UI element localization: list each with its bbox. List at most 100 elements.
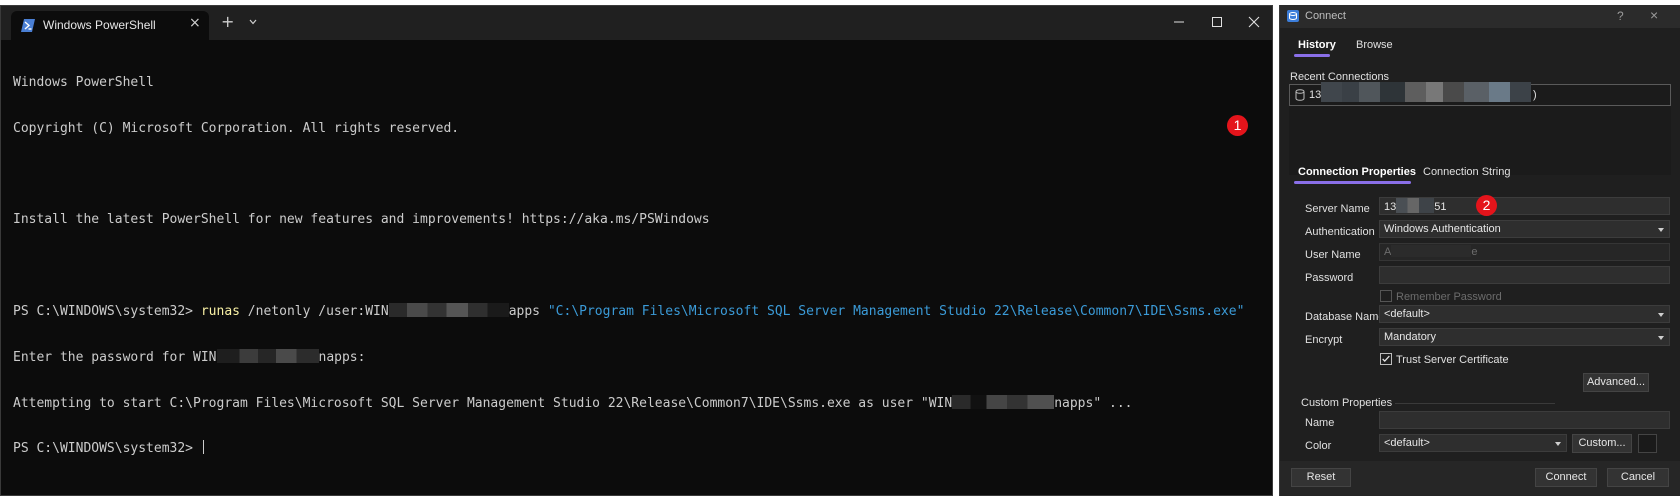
server-name-suffix: 51: [1434, 201, 1447, 213]
dropdown-arrow-icon: [1555, 442, 1561, 446]
tab-browse[interactable]: Browse: [1356, 39, 1393, 51]
command-keyword: runas: [200, 304, 240, 320]
command-args: /netonly /user:WIN: [239, 304, 389, 320]
user-name-input[interactable]: Ae: [1379, 243, 1670, 261]
terminal-line: Copyright (C) Microsoft Corporation. All…: [13, 121, 460, 136]
database-icon: [1295, 89, 1305, 101]
redacted-block: [1391, 245, 1472, 257]
help-icon[interactable]: ?: [1617, 9, 1624, 23]
authentication-label: Authentication: [1305, 226, 1375, 238]
command-args: apps: [508, 304, 548, 320]
dropdown-arrow-icon: [1658, 313, 1664, 317]
powershell-icon: [21, 19, 35, 32]
color-label: Color: [1305, 440, 1332, 452]
terminal-output[interactable]: Windows PowerShell Copyright (C) Microso…: [13, 45, 1262, 486]
color-value: <default>: [1384, 437, 1430, 449]
tab-active-indicator: [1294, 181, 1411, 184]
remember-password-checkbox[interactable]: [1380, 290, 1392, 302]
color-swatch[interactable]: [1638, 434, 1657, 453]
prompt-text: PS C:\WINDOWS\system32>: [13, 441, 201, 457]
dialog-footer: Reset Connect Cancel: [1280, 461, 1680, 496]
advanced-button[interactable]: Advanced...: [1583, 373, 1649, 392]
terminal-line: Attempting to start C:\Program Files\Mic…: [13, 394, 1262, 411]
text-cursor: [202, 440, 204, 455]
trust-server-certificate-label: Trust Server Certificate: [1396, 354, 1509, 366]
name-label: Name: [1305, 417, 1335, 429]
dialog-title: Connect: [1305, 10, 1346, 22]
dialog-title-bar: Connect ? ×: [1280, 5, 1680, 28]
server-name-input[interactable]: 13 51: [1379, 197, 1670, 215]
tab-connection-string[interactable]: Connection String: [1423, 166, 1510, 178]
attempt-text: napps" ...: [1054, 395, 1133, 411]
database-name-value: <default>: [1384, 308, 1430, 320]
database-name-dropdown[interactable]: <default>: [1379, 305, 1670, 323]
dropdown-arrow-icon: [1658, 336, 1664, 340]
custom-name-input[interactable]: [1379, 411, 1670, 429]
reset-button[interactable]: Reset: [1291, 468, 1351, 487]
authentication-dropdown[interactable]: Windows Authentication: [1379, 220, 1670, 238]
command-path-string: "C:\Program Files\Microsoft SQL Server M…: [547, 304, 1245, 320]
custom-properties-divider: [1395, 403, 1555, 404]
terminal-line: Install the latest PowerShell for new fe…: [13, 212, 710, 228]
password-prompt-text: napps:: [318, 349, 366, 365]
step-badge-2: 2: [1476, 195, 1497, 216]
color-dropdown[interactable]: <default>: [1379, 434, 1567, 452]
password-label: Password: [1305, 272, 1354, 284]
maximize-icon[interactable]: [1211, 16, 1223, 28]
connect-button[interactable]: Connect: [1535, 468, 1597, 487]
encrypt-label: Encrypt: [1305, 334, 1343, 346]
redacted-block: [388, 303, 509, 318]
close-window-icon[interactable]: [1248, 16, 1260, 28]
connect-dialog: Connect ? × History Browse Recent Connec…: [1279, 5, 1680, 496]
recent-connection-item[interactable]: 13 ): [1289, 82, 1671, 106]
server-name-prefix: 13: [1384, 201, 1397, 213]
terminal-prompt-line: PS C:\WINDOWS\system32>: [13, 440, 1262, 457]
terminal-window: Windows PowerShell × + Windows PowerShel…: [0, 5, 1273, 496]
tab-connection-properties[interactable]: Connection Properties: [1298, 166, 1416, 178]
user-name-label: User Name: [1305, 249, 1361, 261]
close-tab-icon[interactable]: ×: [189, 15, 201, 31]
redacted-block: [1321, 82, 1531, 102]
encrypt-dropdown[interactable]: Mandatory: [1379, 328, 1670, 346]
desktop: Windows PowerShell × + Windows PowerShel…: [0, 0, 1680, 496]
remember-password-label: Remember Password: [1396, 291, 1502, 303]
trust-server-certificate-checkbox[interactable]: [1380, 353, 1392, 365]
chevron-down-icon[interactable]: [249, 18, 257, 26]
server-name-label: Server Name: [1305, 203, 1370, 215]
password-input[interactable]: [1379, 266, 1670, 284]
checkmark-icon: [1382, 355, 1390, 362]
recent-connection-prefix: 13: [1309, 89, 1322, 101]
terminal-tab-bar: Windows PowerShell × +: [1, 6, 1272, 40]
cancel-button[interactable]: Cancel: [1607, 468, 1669, 487]
terminal-tab-powershell[interactable]: Windows PowerShell ×: [11, 11, 209, 40]
database-name-label: Database Name: [1305, 311, 1385, 323]
redacted-block: [216, 348, 319, 363]
custom-color-button[interactable]: Custom...: [1572, 434, 1632, 453]
terminal-tab-title: Windows PowerShell: [43, 18, 156, 32]
password-prompt-text: Enter the password for WIN: [13, 349, 217, 365]
recent-connections-list-area[interactable]: [1289, 106, 1671, 175]
ssms-app-icon: [1287, 10, 1299, 22]
terminal-line: Windows PowerShell: [13, 75, 154, 91]
dropdown-arrow-icon: [1658, 228, 1664, 232]
prompt-text: PS C:\WINDOWS\system32>: [13, 304, 201, 320]
terminal-command-line: PS C:\WINDOWS\system32> runas /netonly /…: [13, 303, 1262, 320]
encrypt-value: Mandatory: [1384, 331, 1436, 343]
user-name-suffix: e: [1471, 246, 1478, 258]
authentication-value: Windows Authentication: [1384, 223, 1501, 235]
recent-connection-suffix: ): [1533, 89, 1537, 101]
minimize-icon[interactable]: [1173, 16, 1185, 28]
attempt-text: Attempting to start C:\Program Files\Mic…: [13, 395, 953, 411]
redacted-block: [1396, 198, 1435, 213]
user-name-prefix: A: [1384, 246, 1392, 258]
redacted-block: [952, 394, 1055, 409]
new-tab-button[interactable]: +: [221, 14, 234, 30]
close-dialog-icon[interactable]: ×: [1650, 7, 1658, 23]
tab-history[interactable]: History: [1298, 39, 1336, 51]
tab-active-indicator: [1294, 54, 1330, 57]
step-badge-1: 1: [1227, 115, 1248, 136]
custom-properties-label: Custom Properties: [1301, 397, 1393, 409]
terminal-line: Enter the password for WIN napps:: [13, 348, 1262, 365]
